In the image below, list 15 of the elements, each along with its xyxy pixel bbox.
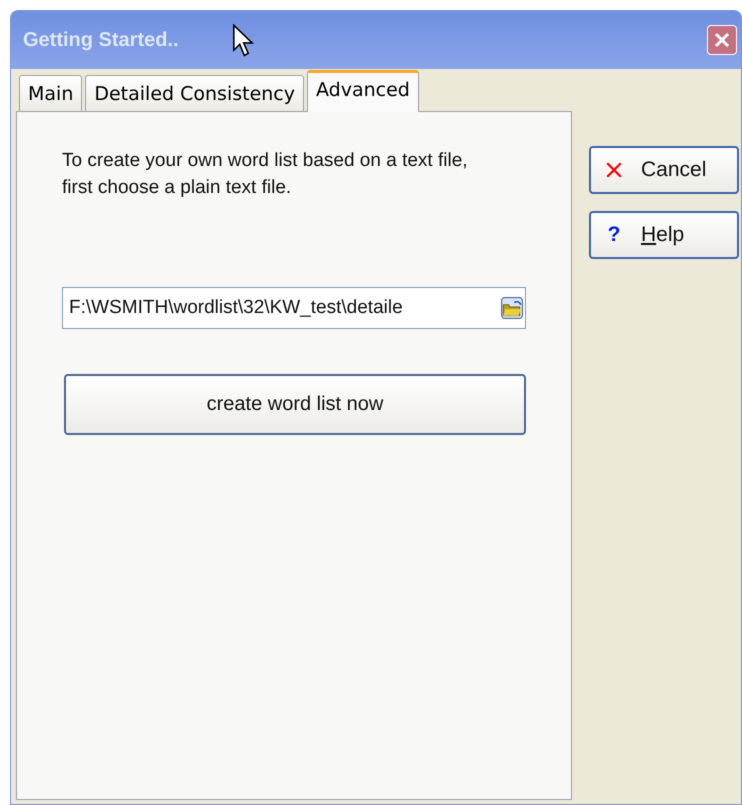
- tab[interactable]: Main: [19, 75, 82, 111]
- mouse-cursor-icon: [232, 24, 254, 58]
- folder-icon[interactable]: [501, 297, 523, 320]
- instructions-text: To create your own word list based on a text file, first choose a plain text file.: [62, 149, 469, 200]
- close-button[interactable]: [707, 25, 737, 55]
- help-icon: ?: [605, 223, 623, 247]
- file-path-field[interactable]: F:\WSMITH\wordlist\32\KW_test\detaile: [62, 287, 526, 330]
- close-icon: [605, 161, 623, 179]
- cancel-button[interactable]: Cancel: [589, 146, 739, 194]
- window-title: Getting Started..: [23, 28, 179, 52]
- tab[interactable]: Detailed Consistency: [85, 75, 304, 111]
- help-button[interactable]: ? Help: [589, 211, 739, 259]
- close-icon: [712, 30, 732, 50]
- create-word-list-button[interactable]: create word list now: [64, 374, 526, 436]
- tab[interactable]: Advanced: [307, 70, 419, 112]
